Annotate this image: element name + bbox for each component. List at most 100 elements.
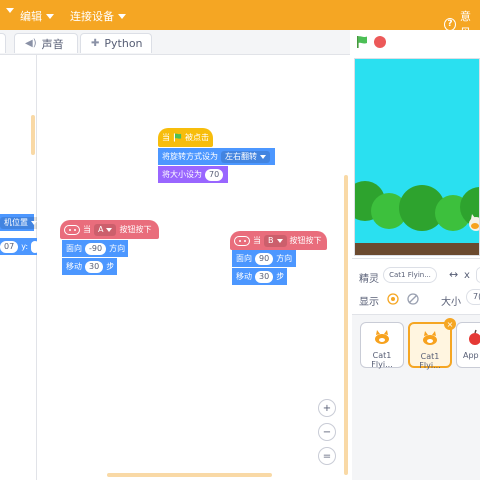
position-dropdown[interactable]: 机位置 <box>0 216 41 229</box>
position-dropdown-label: 机位置 <box>4 218 28 227</box>
show-visible-button[interactable] <box>385 291 400 306</box>
hat-clicked-label: 被点击 <box>185 133 209 142</box>
sprite-card[interactable]: Cat1 Flyi... <box>360 322 404 369</box>
size-input[interactable]: 7( <box>466 289 480 305</box>
a-move-steps-block[interactable]: 移动 30 步 <box>62 258 117 275</box>
python-icon: ✚ <box>91 38 100 49</box>
top-menu-bar: 编辑 连接设备 ? 意见 <box>0 0 480 39</box>
green-flag-button[interactable] <box>355 35 369 49</box>
sprite-card-name: Cat1 Flyi... <box>371 351 393 369</box>
b-steps-label: 步 <box>276 272 285 281</box>
menu-file-caret[interactable] <box>2 8 14 13</box>
cat-thumbnail-icon <box>423 331 437 345</box>
help-icon: ? <box>444 17 456 31</box>
zoom-in-icon: + <box>322 402 332 414</box>
a-face-label: 面向 <box>66 244 82 253</box>
b-direction-label: 方向 <box>276 254 293 263</box>
set-size-block[interactable]: 将大小设为 70 <box>158 166 228 183</box>
delete-sprite-icon[interactable]: × <box>444 318 456 330</box>
zoom-reset-button[interactable]: = <box>318 447 336 465</box>
tab-sounds[interactable]: ◀) 声音 <box>14 33 78 53</box>
chevron-down-icon <box>276 238 283 243</box>
tab-python-label: Python <box>104 37 143 50</box>
stop-button[interactable] <box>374 36 386 48</box>
y-label: y: <box>21 242 29 251</box>
editor-tab-bar: ◀) 声音 ✚ Python <box>0 30 350 55</box>
a-pressed-label: 按钮按下 <box>119 225 152 234</box>
a-point-direction-block[interactable]: 面向 -90 方向 <box>62 240 128 257</box>
when-flag-clicked-block[interactable]: 当 被点击 <box>158 128 213 147</box>
b-key-dropdown[interactable]: B <box>264 234 287 247</box>
rotation-label: 将旋转方式设为 <box>162 152 218 161</box>
menu-connect-device[interactable]: 连接设备 <box>70 8 126 24</box>
zoom-out-button[interactable]: − <box>318 423 336 441</box>
feedback-label: 意见 <box>460 10 471 39</box>
a-key-dropdown[interactable]: A <box>94 223 117 236</box>
size-label: 大小 <box>441 297 461 308</box>
sprite-name-input[interactable]: Cat1 Flyin... <box>383 267 437 283</box>
show-label: 显示 <box>359 297 379 308</box>
palette-block-position[interactable]: 机位置 <box>0 214 41 231</box>
workspace-horizontal-scrollbar[interactable] <box>107 473 272 477</box>
gamepad-icon <box>64 224 80 235</box>
tab-python[interactable]: ✚ Python <box>80 33 152 53</box>
hat-when-label: 当 <box>162 133 170 142</box>
x-input[interactable] <box>476 267 480 283</box>
palette-scrollbar[interactable] <box>31 115 35 155</box>
set-rotation-style-block[interactable]: 将旋转方式设为 左右翻转 <box>158 148 275 165</box>
sprite-info-panel: 精灵 Cat1 Flyin... ↔ x 显示 大小 7( <box>352 258 480 314</box>
zoom-in-button[interactable]: + <box>318 399 336 417</box>
menu-edit[interactable]: 编辑 <box>20 8 54 24</box>
b-steps-input[interactable]: 30 <box>255 270 274 283</box>
stage[interactable] <box>354 58 480 256</box>
feedback-link[interactable]: ? 意见 <box>444 8 480 40</box>
sprite-label: 精灵 <box>359 274 379 285</box>
ground <box>355 243 479 255</box>
chevron-down-icon <box>6 8 14 13</box>
cat-thumbnail-icon <box>375 330 389 344</box>
chevron-down-icon <box>260 154 266 159</box>
tab-costumes-partial[interactable] <box>0 33 6 53</box>
cat-sprite[interactable] <box>466 213 480 233</box>
gamepad-icon <box>234 235 250 246</box>
eye-icon <box>386 292 399 305</box>
zoom-out-icon: − <box>322 426 332 438</box>
a-direction-input[interactable]: -90 <box>85 242 107 255</box>
block-palette: 机位置 07 y: <box>0 55 41 480</box>
sprite-card-name: Cat1 Flyi... <box>419 352 441 370</box>
rotation-style-dropdown[interactable]: 左右翻转 <box>221 150 270 163</box>
x-input[interactable]: 07 <box>0 240 19 253</box>
size-label: 将大小设为 <box>162 170 202 179</box>
x-arrows-icon: ↔ <box>449 268 459 281</box>
a-steps-input[interactable]: 30 <box>85 260 104 273</box>
palette-block-goto-xy[interactable]: 07 y: <box>0 238 40 255</box>
green-flag-icon <box>173 133 182 142</box>
b-move-steps-block[interactable]: 移动 30 步 <box>232 268 287 285</box>
a-when-label: 当 <box>83 225 91 234</box>
size-input[interactable]: 70 <box>205 168 224 181</box>
when-a-pressed-block[interactable]: 当 A 按钮按下 <box>60 220 159 239</box>
b-direction-input[interactable]: 90 <box>255 252 274 265</box>
b-move-label: 移动 <box>236 272 252 281</box>
show-hidden-button[interactable] <box>405 291 420 306</box>
workspace-vertical-scrollbar[interactable] <box>344 175 348 475</box>
b-point-direction-block[interactable]: 面向 90 方向 <box>232 250 296 267</box>
zoom-reset-icon: = <box>322 450 332 462</box>
chevron-down-icon <box>118 13 126 19</box>
apple-thumbnail-icon <box>469 329 480 345</box>
chevron-down-icon <box>46 13 54 19</box>
b-pressed-label: 按钮按下 <box>289 236 322 245</box>
sprite-list-panel: Cat1 Flyi... × Cat1 Flyi... App <box>352 314 480 480</box>
sprite-card[interactable]: App <box>456 322 480 368</box>
b-when-label: 当 <box>253 236 261 245</box>
sprite-card-name: App <box>463 351 479 360</box>
sprite-card-selected[interactable]: × Cat1 Flyi... <box>408 318 456 370</box>
menu-connect-label: 连接设备 <box>70 10 114 23</box>
chevron-down-icon <box>106 227 113 232</box>
tab-sounds-label: 声音 <box>41 37 64 51</box>
speaker-icon: ◀) <box>25 38 37 49</box>
when-b-pressed-block[interactable]: 当 B 按钮按下 <box>230 231 327 250</box>
b-key-value: B <box>268 236 274 245</box>
b-face-label: 面向 <box>236 254 252 263</box>
menu-edit-label: 编辑 <box>20 10 42 23</box>
